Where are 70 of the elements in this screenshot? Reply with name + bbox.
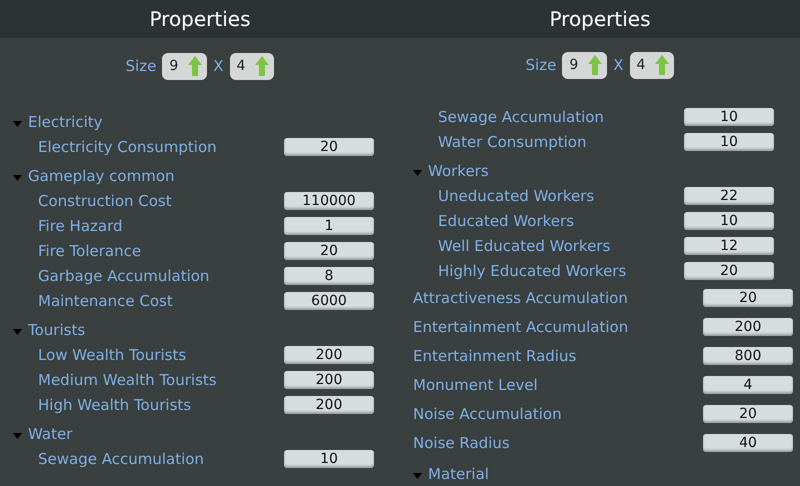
- up-arrow-icon[interactable]: [655, 55, 670, 76]
- property-label: Sewage Accumulation: [38, 450, 204, 468]
- times-label: X: [213, 57, 224, 75]
- value-field[interactable]: 200: [703, 318, 793, 336]
- property-label: Uneducated Workers: [438, 186, 594, 204]
- up-arrow-icon[interactable]: [255, 56, 270, 76]
- value-field[interactable]: 12: [684, 236, 774, 254]
- value-field[interactable]: 10: [684, 132, 774, 150]
- value-field[interactable]: 10: [684, 108, 774, 126]
- up-arrow-icon[interactable]: [188, 56, 202, 76]
- size-field[interactable]: 9: [162, 52, 208, 80]
- value-field[interactable]: 200: [284, 370, 374, 388]
- property-label: Construction Cost: [38, 192, 172, 210]
- expand-triangle-icon[interactable]: [413, 472, 422, 478]
- value-field[interactable]: 20: [284, 242, 374, 260]
- value-field[interactable]: 22: [684, 186, 774, 204]
- property-label: Noise Accumulation: [413, 404, 562, 422]
- value-field[interactable]: 200: [284, 396, 374, 414]
- group-label[interactable]: Gameplay common: [28, 166, 175, 184]
- up-arrow-icon[interactable]: [588, 55, 602, 76]
- property-label: Sewage Accumulation: [438, 108, 604, 126]
- group-label[interactable]: Electricity: [28, 112, 103, 130]
- property-label: Attractiveness Accumulation: [413, 288, 628, 306]
- property-label: Maintenance Cost: [38, 292, 173, 310]
- property-label: Well Educated Workers: [438, 236, 610, 254]
- property-label: Entertainment Radius: [413, 346, 576, 364]
- property-label: Medium Wealth Tourists: [38, 370, 217, 388]
- value-field[interactable]: 20: [684, 262, 774, 280]
- value-field[interactable]: 6000: [284, 292, 374, 310]
- panel-title: Properties: [149, 7, 251, 31]
- value-field[interactable]: 1: [284, 216, 374, 234]
- property-label: Low Wealth Tourists: [38, 346, 186, 364]
- size-label: Size: [526, 56, 556, 74]
- property-label: Garbage Accumulation: [38, 266, 210, 284]
- expand-triangle-icon[interactable]: [13, 432, 22, 438]
- property-label: Entertainment Accumulation: [413, 318, 628, 336]
- group-label[interactable]: Tourists: [28, 320, 86, 338]
- expand-triangle-icon[interactable]: [13, 120, 22, 126]
- value-field[interactable]: 40: [703, 434, 793, 452]
- group-label[interactable]: Material: [428, 464, 489, 482]
- group-label[interactable]: Workers: [428, 162, 489, 180]
- times-label: X: [613, 56, 624, 74]
- expand-triangle-icon[interactable]: [413, 170, 422, 176]
- property-label: Monument Level: [413, 376, 538, 394]
- expand-triangle-icon[interactable]: [13, 328, 22, 334]
- value-field[interactable]: 20: [284, 138, 374, 156]
- property-label: Water Consumption: [438, 132, 586, 150]
- size-field[interactable]: 9: [562, 52, 608, 79]
- value-field[interactable]: 4: [703, 376, 793, 394]
- property-label: High Wealth Tourists: [38, 396, 192, 414]
- size-field[interactable]: 4: [230, 52, 274, 80]
- property-label: Fire Tolerance: [38, 242, 142, 260]
- value-field[interactable]: 110000: [284, 192, 374, 210]
- value-field[interactable]: 10: [684, 212, 774, 230]
- expand-triangle-icon[interactable]: [13, 174, 22, 180]
- size-field[interactable]: 4: [630, 52, 674, 79]
- property-label: Highly Educated Workers: [438, 262, 626, 280]
- value-field[interactable]: 10: [284, 450, 374, 468]
- size-label: Size: [126, 57, 156, 75]
- property-label: Educated Workers: [438, 212, 574, 230]
- property-label: Fire Hazard: [38, 216, 122, 234]
- property-label: Electricity Consumption: [38, 138, 217, 156]
- value-field[interactable]: 20: [703, 288, 793, 306]
- panel-title: Properties: [549, 6, 651, 31]
- group-label[interactable]: Water: [28, 424, 72, 442]
- value-field[interactable]: 800: [703, 346, 793, 364]
- value-field[interactable]: 200: [284, 346, 374, 364]
- value-field[interactable]: 8: [284, 266, 374, 284]
- property-label: Noise Radius: [413, 434, 510, 452]
- value-field[interactable]: 20: [703, 404, 793, 422]
